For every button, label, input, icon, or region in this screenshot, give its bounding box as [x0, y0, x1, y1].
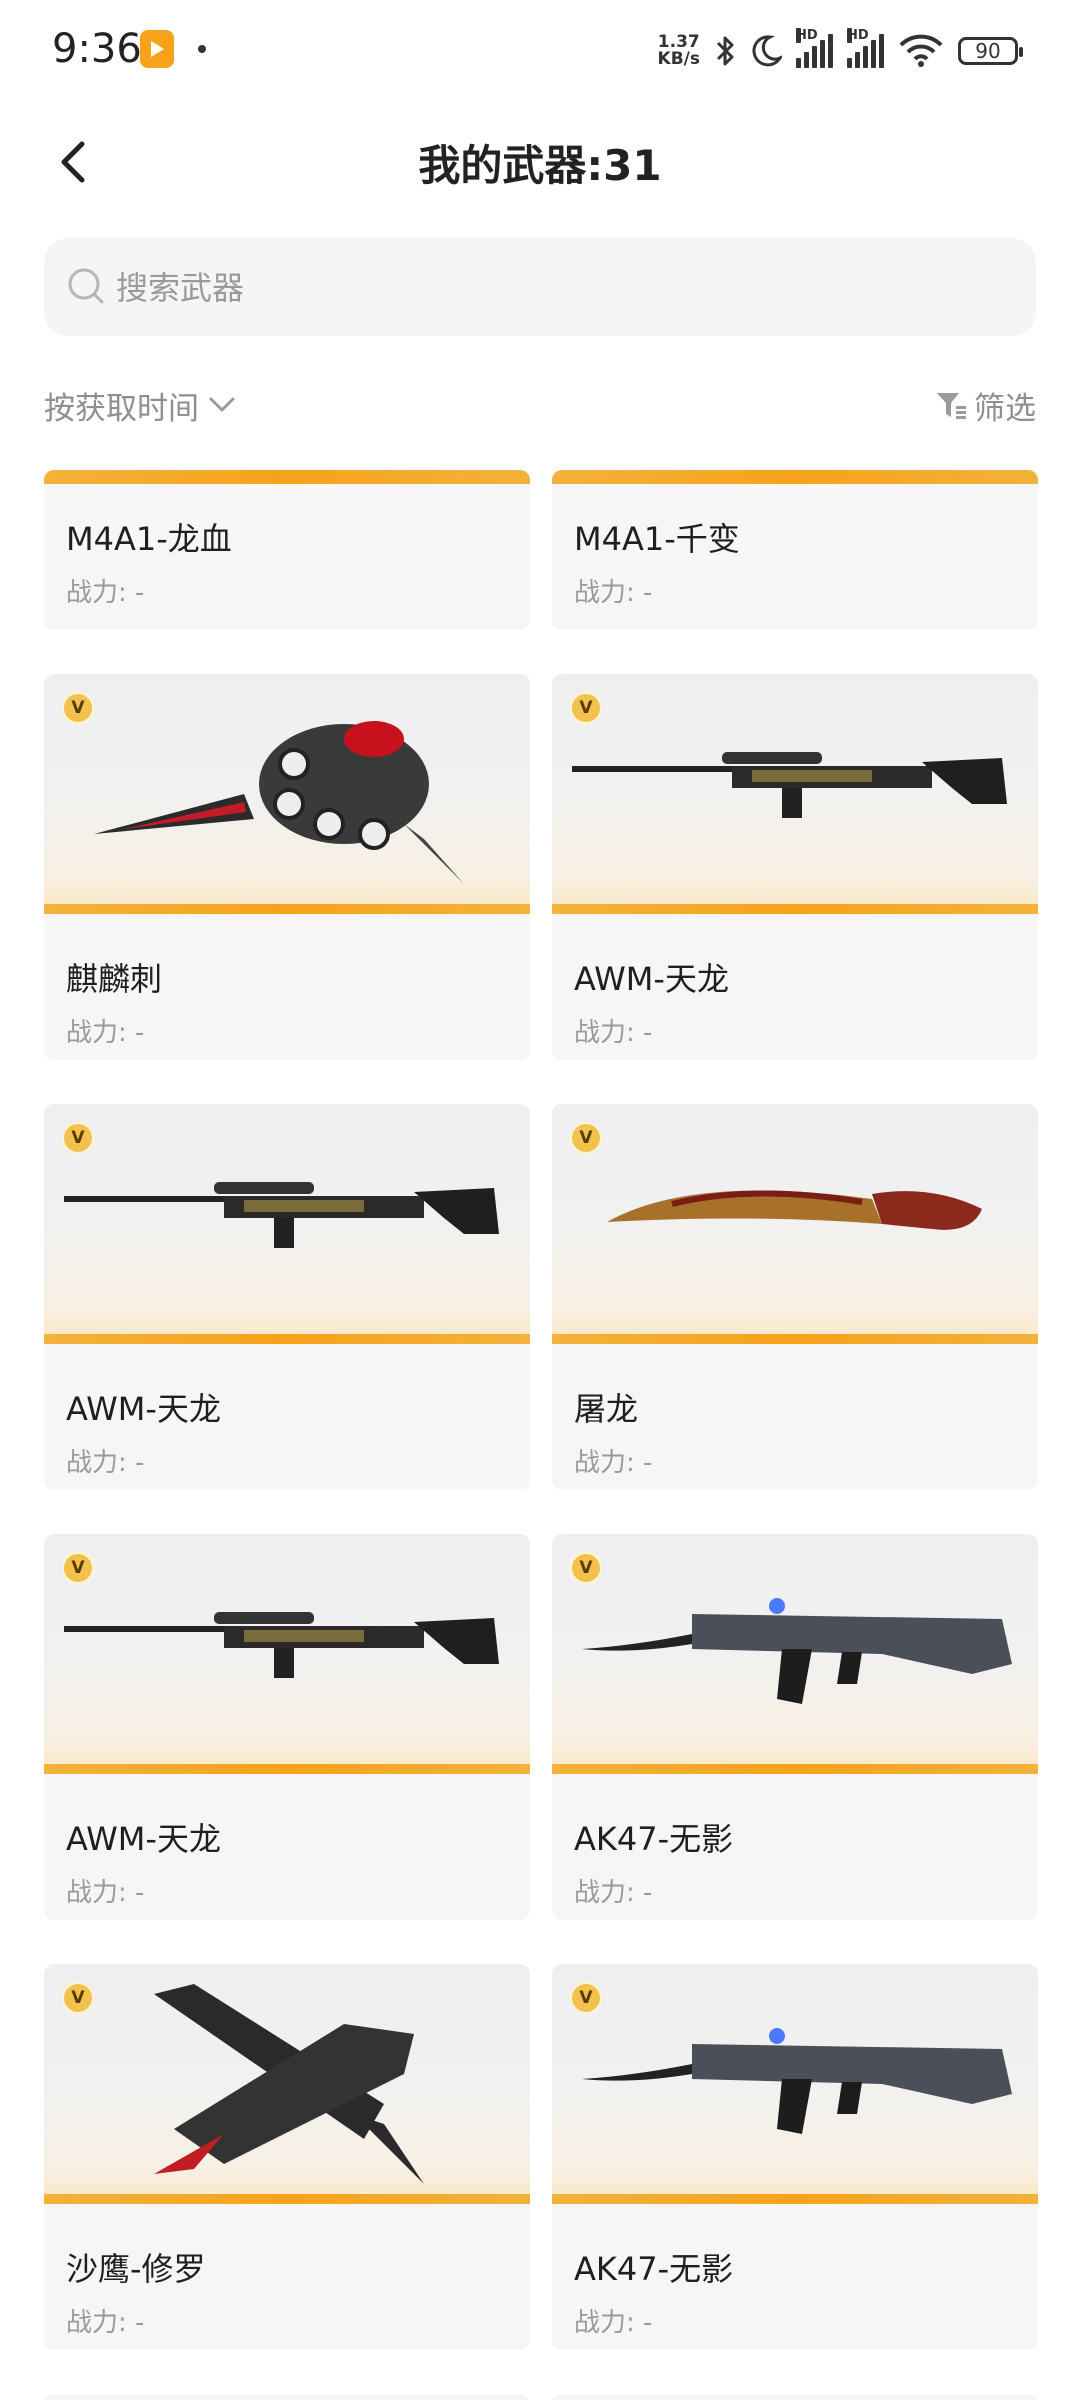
sniper-rifle-image: [572, 752, 1007, 818]
filter-label: 筛选: [974, 390, 1036, 427]
weapon-power: 战力: -: [574, 1448, 653, 1478]
pistol-blade-image: [154, 1984, 424, 2184]
signal-strength-sim2-icon: HD: [847, 28, 884, 68]
weapon-image-strip: [44, 470, 530, 484]
weapon-image: V: [552, 1534, 1038, 1774]
status-time: 9:36: [52, 26, 142, 72]
weapon-name: M4A1-千变: [574, 520, 740, 558]
weapon-power: 战力: -: [66, 2308, 145, 2338]
weapon-name: AK47-无影: [574, 1820, 734, 1858]
v-badge-icon: V: [570, 692, 602, 724]
chevron-down-icon: [209, 397, 235, 412]
weapon-power: 战力: -: [574, 2308, 653, 2338]
weapon-name: 屠龙: [574, 1390, 639, 1428]
v-badge-icon: V: [62, 1122, 94, 1154]
v-badge-icon: V: [62, 692, 94, 724]
notification-dot: [198, 45, 206, 53]
weapon-card[interactable]: V AWM-天龙 战力: -: [552, 674, 1038, 1060]
video-app-icon: [140, 30, 174, 68]
weapon-power: 战力: -: [574, 578, 653, 608]
search-bar[interactable]: [44, 238, 1036, 338]
weapon-grid: M4A1-龙血 战力: - M4A1-千变 战力: - V 麒麟刺 战力: -: [0, 470, 1080, 2400]
v-badge-icon: V: [570, 1982, 602, 2014]
page-title: 我的武器:31: [418, 141, 662, 190]
weapon-image-strip: [552, 470, 1038, 484]
weapon-name: M4A1-龙血: [66, 520, 232, 558]
sim1-hd-label: HD: [796, 28, 818, 43]
weapon-card-partial[interactable]: [44, 2394, 530, 2400]
network-speed-unit: KB/s: [657, 49, 700, 69]
weapon-image: V: [44, 1104, 530, 1344]
v-badge-icon: V: [62, 1552, 94, 1584]
status-indicators: 1.37 KB/s HD HD 90: [658, 26, 1023, 76]
weapon-power: 战力: -: [66, 1448, 145, 1478]
weapon-card[interactable]: M4A1-龙血 战力: -: [44, 470, 530, 630]
sniper-rifle-image: [64, 1612, 499, 1678]
header: 我的武器:31: [0, 120, 1080, 210]
weapon-image: V: [552, 1964, 1038, 2204]
knuckle-blade-image: [94, 721, 464, 884]
weapon-power: 战力: -: [66, 578, 145, 608]
weapon-name: AWM-天龙: [66, 1390, 221, 1428]
weapon-card-partial[interactable]: [552, 2394, 1038, 2400]
assault-rifle-image: [582, 2028, 1012, 2134]
v-badge-icon: V: [570, 1552, 602, 1584]
weapon-power: 战力: -: [574, 1878, 653, 1908]
wifi-icon: [899, 34, 943, 67]
weapon-card[interactable]: V AK47-无影 战力: -: [552, 1534, 1038, 1920]
search-input[interactable]: [114, 238, 998, 338]
v-badge-icon: V: [62, 1982, 94, 2014]
weapon-card[interactable]: V AWM-天龙 战力: -: [44, 1534, 530, 1920]
search-icon: [68, 268, 104, 304]
weapon-name: 沙鹰-修罗: [66, 2250, 206, 2288]
kukri-knife-image: [607, 1190, 982, 1230]
weapon-name: AWM-天龙: [66, 1820, 221, 1858]
weapon-power: 战力: -: [66, 1878, 145, 1908]
sort-label: 按获取时间: [44, 390, 199, 427]
filter-button[interactable]: 筛选: [934, 380, 1036, 430]
signal-strength-sim1-icon: HD: [796, 28, 833, 68]
weapon-card[interactable]: V 麒麟刺 战力: -: [44, 674, 530, 1060]
weapon-power: 战力: -: [574, 1018, 653, 1048]
filter-icon: [937, 393, 966, 419]
weapon-name: 麒麟刺: [66, 960, 163, 998]
weapon-name: AK47-无影: [574, 2250, 734, 2288]
assault-rifle-image: [582, 1598, 1012, 1704]
moon-icon: [752, 35, 782, 67]
sim2-hd-label: HD: [847, 28, 869, 43]
weapon-image: V: [44, 1964, 530, 2204]
network-speed: 1.37 KB/s: [658, 34, 700, 68]
weapon-card[interactable]: M4A1-千变 战力: -: [552, 470, 1038, 630]
sort-dropdown[interactable]: 按获取时间: [44, 380, 239, 430]
weapon-name: AWM-天龙: [574, 960, 729, 998]
weapon-image: V: [552, 674, 1038, 914]
weapon-card[interactable]: V 屠龙 战力: -: [552, 1104, 1038, 1490]
battery-level: 90: [975, 39, 1001, 63]
weapon-card[interactable]: V AWM-天龙 战力: -: [44, 1104, 530, 1490]
bluetooth-icon: [716, 36, 734, 66]
v-badge-icon: V: [570, 1122, 602, 1154]
weapon-image: V: [552, 1104, 1038, 1344]
weapon-card[interactable]: V AK47-无影 战力: -: [552, 1964, 1038, 2350]
weapon-power: 战力: -: [66, 1018, 145, 1048]
weapon-card[interactable]: V 沙鹰-修罗 战力: -: [44, 1964, 530, 2350]
weapon-image: V: [44, 1534, 530, 1774]
battery-icon: 90: [958, 37, 1023, 65]
weapon-image: V: [44, 674, 530, 914]
status-bar: 9:36 1.37 KB/s HD HD 90: [0, 0, 1080, 100]
sniper-rifle-image: [64, 1182, 499, 1248]
